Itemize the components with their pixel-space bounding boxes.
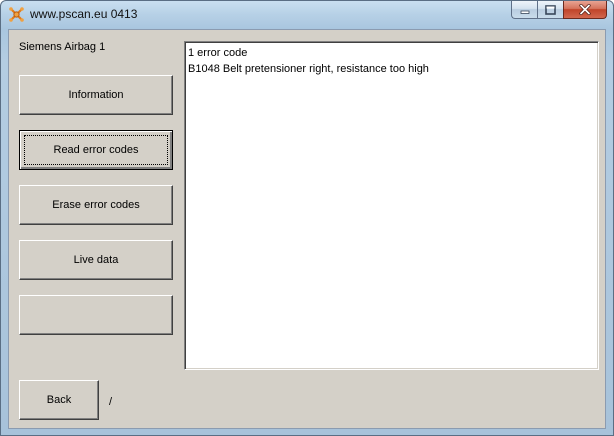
minimize-button[interactable] [511,1,537,19]
output-line: 1 error code [188,47,248,59]
read-error-codes-button[interactable]: Read error codes [19,130,173,170]
information-button[interactable]: Information [19,75,173,115]
read-error-codes-button-label: Read error codes [53,144,139,156]
back-button[interactable]: Back [19,380,99,420]
app-window: www.pscan.eu 0413 Siemens Airbag 1 Infor… [0,0,614,436]
window-title: www.pscan.eu 0413 [30,7,138,21]
erase-error-codes-button[interactable]: Erase error codes [19,185,173,225]
title-bar[interactable]: www.pscan.eu 0413 [1,1,613,29]
device-label: Siemens Airbag 1 [19,41,106,53]
empty-function-button[interactable] [19,295,173,335]
back-button-label: Back [46,394,72,406]
maximize-icon [545,4,556,15]
maximize-button[interactable] [537,1,563,19]
close-icon [579,4,591,15]
erase-error-codes-button-label: Erase error codes [52,199,140,211]
live-data-button-label: Live data [73,254,119,266]
pscan-logo-icon [9,7,24,22]
output-line: B1048 Belt pretensioner right, resistanc… [188,63,429,75]
minimize-icon [520,10,529,14]
live-data-button[interactable]: Live data [19,240,173,280]
close-button[interactable] [563,1,607,19]
caption-buttons [511,1,607,19]
error-code-output[interactable]: 1 error code B1048 Belt pretensioner rig… [184,41,599,370]
information-button-label: Information [68,89,124,101]
status-text: / [109,396,113,408]
client-area: Siemens Airbag 1 Information Read error … [8,29,606,429]
